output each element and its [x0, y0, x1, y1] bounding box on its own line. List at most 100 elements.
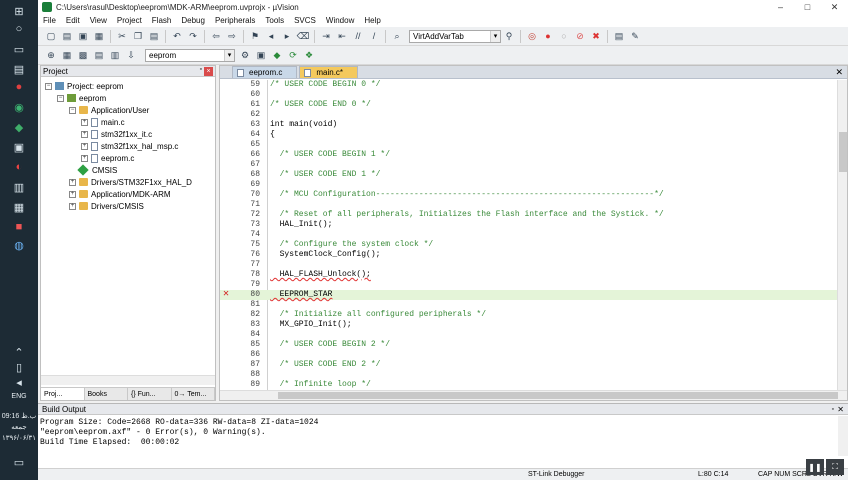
- close-icon[interactable]: ✕: [835, 67, 843, 78]
- app-icon[interactable]: ▣: [11, 140, 27, 154]
- menu-help[interactable]: Help: [359, 16, 385, 25]
- build-icon[interactable]: ▦: [60, 48, 74, 62]
- windows-start-icon[interactable]: ⊞: [11, 4, 27, 18]
- tree-node-target[interactable]: − eeprom: [57, 92, 106, 104]
- build-output-scrollbar[interactable]: [838, 416, 848, 456]
- redo-icon[interactable]: ↷: [186, 29, 200, 43]
- menu-project[interactable]: Project: [112, 16, 147, 25]
- tree-node-group[interactable]: CMSIS: [77, 164, 117, 176]
- expand-icon[interactable]: +: [81, 118, 88, 126]
- manage-project-icon[interactable]: ▣: [254, 48, 268, 62]
- search-icon[interactable]: ○: [11, 22, 27, 36]
- bookmark-icon[interactable]: ⚑: [248, 29, 262, 43]
- code-line[interactable]: 77: [220, 260, 838, 270]
- nav-back-icon[interactable]: ⇦: [209, 29, 223, 43]
- download-icon[interactable]: ⇩: [124, 48, 138, 62]
- disable-all-breakpoints-icon[interactable]: ⊘: [573, 29, 587, 43]
- tree-node-file[interactable]: + stm32f1xx_hal_msp.c: [81, 140, 178, 152]
- code-line[interactable]: 86: [220, 350, 838, 360]
- find-in-files-icon[interactable]: ⌕: [390, 29, 404, 43]
- language-indicator[interactable]: ENG: [0, 392, 38, 401]
- disable-breakpoint-icon[interactable]: ○: [557, 29, 571, 43]
- code-line[interactable]: 84: [220, 330, 838, 340]
- prev-bookmark-icon[interactable]: ◂: [264, 29, 278, 43]
- code-line[interactable]: 81: [220, 300, 838, 310]
- keil-uvision-icon[interactable]: ◆: [11, 120, 27, 134]
- cut-icon[interactable]: ✂: [115, 29, 129, 43]
- code-line[interactable]: 87 /* USER CODE END 2 */: [220, 360, 838, 370]
- menu-window[interactable]: Window: [321, 16, 359, 25]
- breakpoint-icon[interactable]: ●: [541, 29, 555, 43]
- expand-icon[interactable]: +: [69, 202, 76, 210]
- volume-icon[interactable]: ◂: [11, 375, 27, 389]
- security-icon[interactable]: ◍: [11, 238, 27, 252]
- opera-icon[interactable]: ●: [11, 80, 27, 94]
- calculator-icon[interactable]: ▦: [11, 200, 27, 214]
- chevron-down-icon[interactable]: ▾: [224, 49, 234, 61]
- pack-installer-icon[interactable]: ◆: [270, 48, 284, 62]
- expand-icon[interactable]: +: [69, 178, 76, 186]
- collapse-icon[interactable]: −: [57, 94, 64, 102]
- pin-icon[interactable]: ▫: [200, 66, 202, 73]
- menu-edit[interactable]: Edit: [61, 16, 85, 25]
- code-line[interactable]: 65: [220, 140, 838, 150]
- manage-rte-icon[interactable]: ❖: [302, 48, 316, 62]
- expand-icon[interactable]: +: [81, 154, 88, 162]
- menu-peripherals[interactable]: Peripherals: [210, 16, 260, 25]
- browser-icon[interactable]: ◉: [11, 100, 27, 114]
- clear-bookmarks-icon[interactable]: ⌫: [296, 29, 310, 43]
- code-line[interactable]: 63 int main(void): [220, 120, 838, 130]
- batch-build-icon[interactable]: ▤: [92, 48, 106, 62]
- code-line[interactable]: 89 /* Infinite loop */: [220, 380, 838, 390]
- tab-templates[interactable]: 0→ Tem...: [172, 388, 215, 400]
- menu-file[interactable]: File: [38, 16, 61, 25]
- office-icon[interactable]: ■: [11, 220, 27, 234]
- undo-icon[interactable]: ↶: [170, 29, 184, 43]
- code-line[interactable]: 72 /* Reset of all peripherals, Initiali…: [220, 210, 838, 220]
- expand-icon[interactable]: +: [81, 142, 88, 150]
- file-explorer-icon[interactable]: ▤: [11, 62, 27, 76]
- tab-project[interactable]: Proj...: [41, 388, 85, 400]
- code-line[interactable]: 71: [220, 200, 838, 210]
- tree-node-file[interactable]: + eeprom.c: [81, 152, 134, 164]
- window-layout-icon[interactable]: ▤: [612, 29, 626, 43]
- menu-tools[interactable]: Tools: [260, 16, 289, 25]
- translate-icon[interactable]: ⊕: [44, 48, 58, 62]
- new-file-icon[interactable]: ▢: [44, 29, 58, 43]
- code-line[interactable]: 73 HAL_Init();: [220, 220, 838, 230]
- expand-icon[interactable]: +: [69, 190, 76, 198]
- minimize-button[interactable]: –: [767, 0, 794, 14]
- code-line[interactable]: 70 /* MCU Configuration-----------------…: [220, 190, 838, 200]
- pin-icon[interactable]: ▫: [832, 406, 834, 413]
- target-select[interactable]: eeprom ▾: [145, 48, 235, 62]
- indent-icon[interactable]: ⇥: [319, 29, 333, 43]
- task-view-icon[interactable]: ▭: [11, 42, 27, 56]
- code-line[interactable]: 76 SystemClock_Config();: [220, 250, 838, 260]
- kill-breakpoints-icon[interactable]: ✖: [589, 29, 603, 43]
- code-line[interactable]: 83 MX_GPIO_Init();: [220, 320, 838, 330]
- uncomment-icon[interactable]: /: [367, 29, 381, 43]
- tree-node-group[interactable]: + Application/MDK-ARM: [69, 188, 171, 200]
- paste-icon[interactable]: ▤: [147, 29, 161, 43]
- editor-vertical-scrollbar[interactable]: [837, 80, 847, 390]
- collapse-icon[interactable]: −: [69, 106, 76, 114]
- code-line[interactable]: 61 /* USER CODE END 0 */: [220, 100, 838, 110]
- close-icon[interactable]: ×: [204, 67, 213, 76]
- code-line[interactable]: 60: [220, 90, 838, 100]
- open-file-icon[interactable]: ▤: [60, 29, 74, 43]
- code-line[interactable]: 74: [220, 230, 838, 240]
- folder-icon[interactable]: ▥: [11, 180, 27, 194]
- tree-node-group[interactable]: + Drivers/STM32F1xx_HAL_D: [69, 176, 192, 188]
- collapse-icon[interactable]: −: [45, 82, 52, 90]
- close-icon[interactable]: ✕: [837, 405, 844, 414]
- nav-forward-icon[interactable]: ⇨: [225, 29, 239, 43]
- rebuild-icon[interactable]: ▩: [76, 48, 90, 62]
- menu-svcs[interactable]: SVCS: [289, 16, 321, 25]
- error-marker-icon[interactable]: ✕: [223, 290, 229, 300]
- code-line[interactable]: 79: [220, 280, 838, 290]
- copy-icon[interactable]: ❐: [131, 29, 145, 43]
- configure-icon[interactable]: ✎: [628, 29, 642, 43]
- debug-session-icon[interactable]: ◎: [525, 29, 539, 43]
- code-line[interactable]: 82 /* Initialize all configured peripher…: [220, 310, 838, 320]
- code-line[interactable]: 68 /* USER CODE END 1 */: [220, 170, 838, 180]
